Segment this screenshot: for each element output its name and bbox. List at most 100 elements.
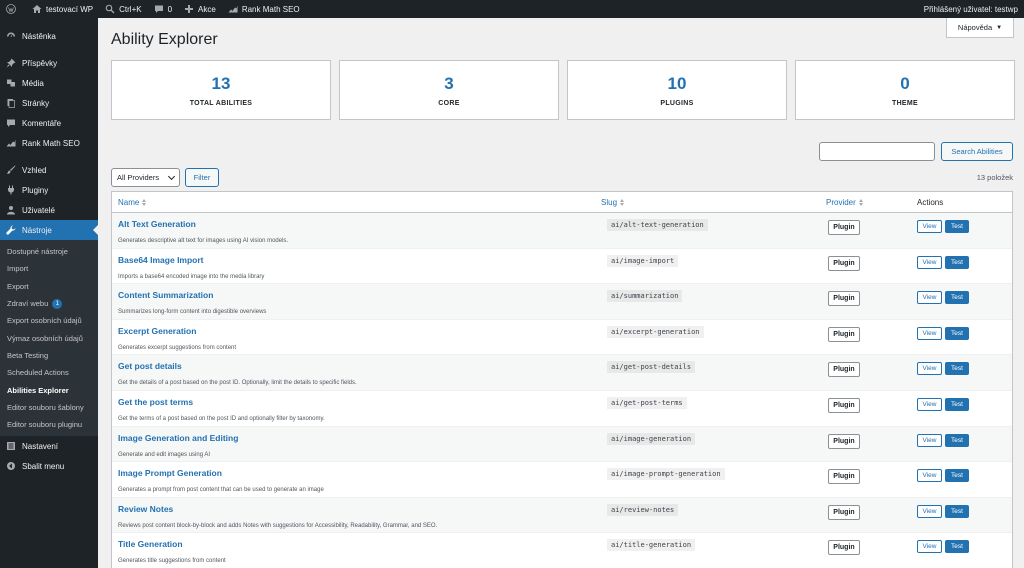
view-button[interactable]: View bbox=[917, 397, 942, 411]
ability-description: Imports a base64 encoded image into the … bbox=[118, 273, 265, 280]
menu-item-settings[interactable]: Nastavení bbox=[0, 436, 98, 456]
test-button[interactable]: Test bbox=[945, 362, 969, 376]
pin-icon bbox=[6, 58, 16, 68]
test-button[interactable]: Test bbox=[945, 397, 969, 411]
menu-item-media[interactable]: Média bbox=[0, 73, 98, 93]
ability-name-link[interactable]: Get the post terms bbox=[118, 397, 601, 407]
comment-icon bbox=[7, 119, 15, 127]
ability-name-cell: Review Notes Reviews post content block-b… bbox=[112, 498, 601, 533]
ability-provider-cell: Plugin bbox=[826, 533, 917, 568]
submenu-beta-testing[interactable]: Beta Testing bbox=[0, 347, 98, 364]
ability-provider-cell: Plugin bbox=[826, 427, 917, 462]
ability-slug: ai/get-post-details bbox=[607, 361, 696, 374]
filter-button[interactable]: Filter bbox=[185, 168, 219, 187]
abilities-table: Name Slug Provider Actions Alt Text Gene… bbox=[111, 191, 1013, 568]
collapse-menu-button[interactable]: Sbalit menu bbox=[0, 456, 98, 476]
ability-name-cell: Base64 Image Import Imports a base64 enco… bbox=[112, 249, 601, 284]
test-button[interactable]: Test bbox=[945, 469, 969, 483]
collapse-icon bbox=[7, 462, 15, 471]
ability-actions-cell: View Test bbox=[917, 213, 1012, 248]
provider-badge: Plugin bbox=[828, 255, 860, 271]
ability-description: Get the terms of a post based on the pos… bbox=[118, 415, 325, 422]
ability-actions-cell: View Test bbox=[917, 427, 1012, 462]
wordpress-logo-icon[interactable] bbox=[0, 0, 26, 18]
ability-name-link[interactable]: Review Notes bbox=[118, 504, 601, 514]
rankmath-link[interactable]: Rank Math SEO bbox=[222, 0, 306, 18]
ability-name-link[interactable]: Base64 Image Import bbox=[118, 255, 601, 265]
providers-filter-select[interactable]: All Providers bbox=[111, 168, 180, 187]
command-palette-link[interactable]: Ctrl+K bbox=[99, 0, 147, 18]
submenu-theme-file-editor[interactable]: Editor souboru šablony bbox=[0, 399, 98, 416]
submenu-site-health[interactable]: Zdraví webu 1 bbox=[0, 295, 98, 312]
ability-name-link[interactable]: Image Generation and Editing bbox=[118, 433, 601, 443]
submenu-import[interactable]: Import bbox=[0, 260, 98, 277]
column-header-name[interactable]: Name bbox=[112, 198, 601, 207]
table-row: Content Summarization Summarizes long-for… bbox=[112, 284, 1012, 320]
menu-item-posts[interactable]: Příspěvky bbox=[0, 53, 98, 73]
ability-name-link[interactable]: Excerpt Generation bbox=[118, 326, 601, 336]
view-button[interactable]: View bbox=[917, 255, 942, 269]
page-title: Ability Explorer bbox=[111, 31, 218, 48]
view-button[interactable]: View bbox=[917, 220, 942, 233]
test-button[interactable]: Test bbox=[945, 433, 969, 447]
view-button[interactable]: View bbox=[917, 362, 942, 376]
ability-name-link[interactable]: Content Summarization bbox=[118, 290, 601, 300]
stat-label: TOTAL ABILITIES bbox=[189, 99, 253, 107]
comments-link[interactable]: 0 bbox=[148, 0, 178, 18]
column-header-provider[interactable]: Provider bbox=[826, 198, 917, 207]
ability-description: Generates excerpt suggestions from conte… bbox=[118, 344, 237, 351]
search-input[interactable] bbox=[819, 142, 935, 161]
menu-item-appearance[interactable]: Vzhled bbox=[0, 160, 98, 180]
ability-slug: ai/image-import bbox=[607, 254, 679, 267]
wrench-icon bbox=[6, 225, 16, 235]
menu-item-tools[interactable]: Nástroje bbox=[0, 220, 98, 240]
provider-badge: Plugin bbox=[828, 362, 860, 378]
ability-slug-cell: ai/get-post-details bbox=[601, 355, 826, 390]
submenu-abilities-explorer[interactable]: Abilities Explorer bbox=[0, 381, 98, 398]
menu-item-users[interactable]: Uživatelé bbox=[0, 200, 98, 220]
provider-badge: Plugin bbox=[828, 397, 860, 413]
menu-item-comments[interactable]: Komentáře bbox=[0, 113, 98, 133]
submenu-erase-personal-data[interactable]: Výmaz osobních údajů bbox=[0, 329, 98, 346]
ability-provider-cell: Plugin bbox=[826, 249, 917, 284]
view-button[interactable]: View bbox=[917, 291, 942, 305]
submenu-export-personal-data[interactable]: Export osobních údajů bbox=[0, 312, 98, 329]
user-account-link[interactable]: Přihlášený uživatel: testwp bbox=[918, 0, 1024, 18]
ability-name-link[interactable]: Image Prompt Generation bbox=[118, 468, 601, 478]
plugin-icon bbox=[8, 185, 14, 195]
column-header-slug[interactable]: Slug bbox=[601, 198, 826, 207]
ability-actions-cell: View Test bbox=[917, 355, 1012, 390]
ability-provider-cell: Plugin bbox=[826, 284, 917, 319]
test-button[interactable]: Test bbox=[945, 291, 969, 305]
menu-item-rankmath[interactable]: Rank Math SEO bbox=[0, 133, 98, 153]
table-row: Image Prompt Generation Generates a promp… bbox=[112, 462, 1012, 498]
test-button[interactable]: Test bbox=[945, 326, 969, 340]
test-button[interactable]: Test bbox=[945, 220, 969, 233]
new-content-link[interactable]: Akce bbox=[178, 0, 222, 18]
ability-name-link[interactable]: Title Generation bbox=[118, 539, 601, 549]
submenu-export[interactable]: Export bbox=[0, 278, 98, 295]
menu-item-dashboard[interactable]: Nástěnka bbox=[0, 26, 98, 46]
test-button[interactable]: Test bbox=[945, 255, 969, 269]
submenu-available-tools[interactable]: Dostupné nástroje bbox=[0, 243, 98, 260]
ability-name-link[interactable]: Alt Text Generation bbox=[118, 219, 601, 229]
ability-description: Summarizes long-form content into digest… bbox=[118, 309, 267, 316]
ability-name-link[interactable]: Get post details bbox=[118, 361, 601, 371]
menu-item-plugins[interactable]: Pluginy bbox=[0, 180, 98, 200]
site-name-link[interactable]: testovací WP bbox=[26, 0, 99, 18]
view-button[interactable]: View bbox=[917, 540, 942, 554]
ability-name-cell: Image Generation and Editing Generate and… bbox=[112, 427, 601, 462]
view-button[interactable]: View bbox=[917, 326, 942, 340]
test-button[interactable]: Test bbox=[945, 540, 969, 554]
view-button[interactable]: View bbox=[917, 469, 942, 483]
view-button[interactable]: View bbox=[917, 504, 942, 518]
ability-name-cell: Excerpt Generation Generates excerpt sugg… bbox=[112, 320, 601, 355]
ability-actions-cell: View Test bbox=[917, 284, 1012, 319]
submenu-plugin-file-editor[interactable]: Editor souboru pluginu bbox=[0, 416, 98, 433]
view-button[interactable]: View bbox=[917, 433, 942, 447]
search-abilities-button[interactable]: Search Abilities bbox=[941, 142, 1013, 161]
test-button[interactable]: Test bbox=[945, 504, 969, 518]
submenu-scheduled-actions[interactable]: Scheduled Actions bbox=[0, 364, 98, 381]
menu-item-pages[interactable]: Stránky bbox=[0, 93, 98, 113]
help-tab-button[interactable]: Nápověda ▼ bbox=[946, 18, 1014, 38]
